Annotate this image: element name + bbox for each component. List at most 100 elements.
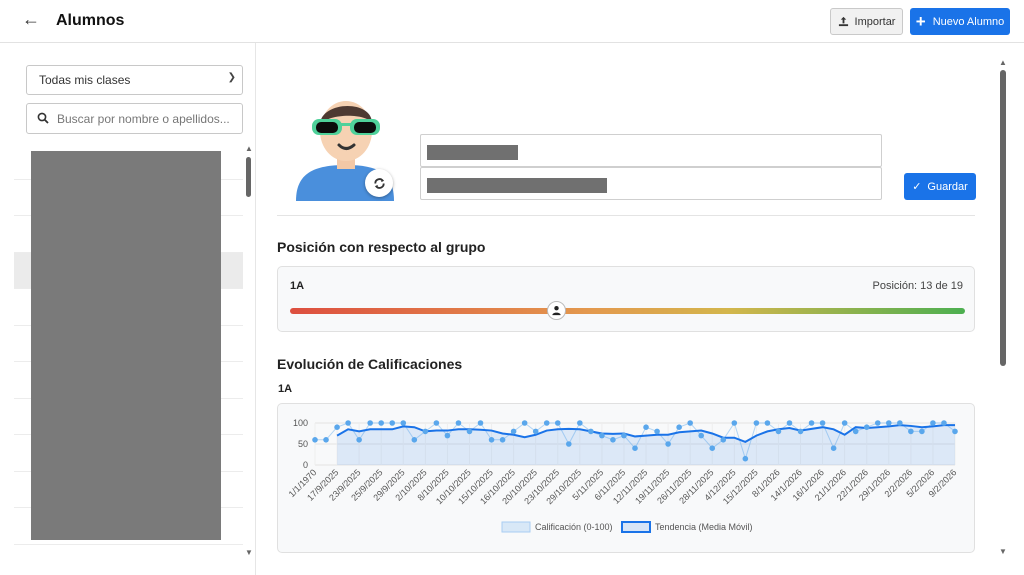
grade-point	[654, 428, 660, 435]
detail-scrollbar[interactable]: ▲ ▼	[997, 57, 1009, 559]
grade-point	[676, 424, 682, 430]
grade-point	[323, 437, 329, 443]
evolution-heading: Evolución de Calificaciones	[277, 356, 463, 372]
grade-point	[863, 424, 870, 430]
student-list-pane: Todas mis clases ❯ Buscar por nombre o a…	[0, 43, 256, 575]
grade-point	[466, 428, 473, 435]
scroll-up-icon[interactable]: ▲	[245, 144, 253, 153]
save-label: Guardar	[927, 180, 968, 193]
grade-point	[897, 420, 903, 426]
grade-point	[621, 432, 627, 439]
redacted-text	[427, 178, 607, 193]
grade-point	[433, 420, 440, 426]
search-icon	[37, 112, 49, 124]
grade-point	[345, 420, 351, 426]
evolution-group: 1A	[278, 383, 293, 395]
grades-chart: 0 50 100 1/1/1970 17/9/2025 23/9/2025 25/9/202…	[277, 403, 975, 553]
grade-point	[565, 441, 572, 447]
last-name-field[interactable]	[420, 167, 882, 200]
grade-point	[941, 420, 947, 426]
redacted-text	[427, 145, 518, 160]
scroll-up-icon[interactable]: ▲	[999, 58, 1007, 67]
grade-point	[510, 428, 517, 435]
y-tick-label: 0	[303, 460, 308, 470]
new-student-button[interactable]: + Nuevo Alumno	[910, 8, 1010, 35]
grade-point	[874, 420, 881, 426]
grade-point	[742, 455, 749, 462]
list-scrollbar[interactable]: ▲ ▼	[243, 143, 255, 563]
plus-icon: +	[915, 12, 926, 31]
import-button[interactable]: Importar	[830, 8, 903, 35]
grade-point	[334, 424, 340, 430]
grade-point	[808, 420, 815, 426]
grade-point	[367, 420, 373, 426]
grade-point	[919, 428, 925, 435]
back-arrow-icon[interactable]: ←	[22, 9, 40, 30]
grade-point	[797, 428, 804, 435]
grade-point	[455, 420, 462, 426]
redacted-block	[31, 151, 221, 540]
grade-point	[753, 420, 760, 426]
grade-point	[775, 428, 782, 435]
grade-point	[930, 420, 936, 426]
grade-point	[786, 420, 793, 426]
position-heading: Posición con respecto al grupo	[277, 239, 486, 255]
grade-point	[532, 428, 539, 435]
save-button[interactable]: ✓ Guardar	[904, 173, 976, 200]
grade-point	[356, 437, 362, 443]
person-icon	[551, 306, 561, 316]
grade-point	[400, 420, 407, 426]
grade-point	[554, 420, 561, 426]
grade-point	[389, 420, 396, 426]
top-bar: ← Alumnos Importar + Nuevo Alumno	[0, 0, 1024, 43]
grade-point	[521, 420, 528, 426]
search-placeholder: Buscar por nombre o apellidos...	[57, 112, 230, 126]
grade-point	[543, 420, 550, 426]
divider	[277, 215, 975, 216]
class-select[interactable]: Todas mis clases ❯	[26, 65, 243, 95]
grade-point	[444, 432, 451, 439]
grade-point	[411, 437, 418, 443]
grades-chart-svg: 0501001/1/197017/9/202523/9/202525/9/202…	[287, 418, 958, 533]
legend-label-trend: Tendencia (Media Móvil)	[655, 522, 753, 532]
grade-point	[852, 428, 859, 435]
grade-point	[378, 420, 385, 426]
grade-point	[577, 420, 583, 426]
grade-point	[731, 420, 738, 426]
check-icon: ✓	[912, 181, 922, 193]
first-name-field[interactable]	[420, 134, 882, 167]
scroll-down-icon[interactable]: ▼	[245, 548, 253, 557]
y-tick-label: 100	[293, 418, 308, 428]
grade-point	[422, 428, 429, 435]
position-marker	[546, 301, 566, 320]
grade-point	[665, 441, 671, 447]
page-title: Alumnos	[56, 12, 125, 29]
grade-point	[599, 432, 605, 439]
grade-point	[819, 420, 826, 426]
grade-point	[908, 428, 914, 435]
position-gradient-bar	[290, 308, 965, 314]
grade-point	[720, 437, 727, 443]
change-avatar-button[interactable]	[365, 169, 393, 197]
legend-swatch-grades	[501, 521, 531, 533]
legend-swatch-trend	[621, 521, 651, 533]
grade-point	[698, 432, 705, 439]
import-label: Importar	[854, 15, 896, 28]
list-scrollbar-thumb[interactable]	[246, 157, 251, 197]
grade-point	[610, 437, 616, 443]
grade-point	[632, 445, 638, 451]
grade-point	[643, 424, 649, 430]
scroll-down-icon[interactable]: ▼	[999, 547, 1007, 556]
grade-point	[952, 428, 958, 435]
search-input[interactable]: Buscar por nombre o apellidos...	[26, 103, 243, 134]
detail-scrollbar-thumb[interactable]	[1000, 70, 1006, 366]
grade-point	[885, 420, 892, 426]
upload-icon	[838, 16, 848, 27]
grade-point	[830, 445, 837, 451]
grade-point	[499, 437, 506, 443]
class-select-value: Todas mis clases	[39, 73, 131, 87]
student-detail-pane: ✓ Guardar Posición con respecto al grupo…	[257, 43, 1024, 575]
grade-point	[841, 420, 848, 426]
student-list	[14, 143, 243, 555]
new-student-label: Nuevo Alumno	[932, 15, 1005, 28]
